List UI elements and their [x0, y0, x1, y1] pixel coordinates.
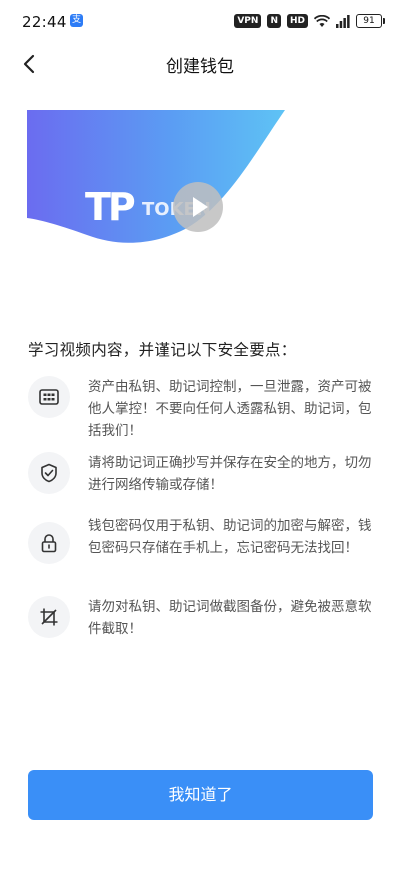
- signal-icon: [336, 14, 350, 28]
- tip-text: 请勿对私钥、助记词做截图备份，避免被恶意软件截取！: [88, 599, 372, 637]
- tutorial-video[interactable]: TP TOKEN POCKET: [27, 110, 317, 245]
- nav-bar: 创建钱包: [0, 44, 400, 84]
- vpn-indicator: VPN: [234, 14, 262, 28]
- tip-text: 钱包密码仅用于私钥、助记词的加密与解密，钱包密码只存储在手机上，忘记密码无法找回…: [88, 518, 372, 556]
- hd-indicator: HD: [286, 14, 308, 28]
- wifi-icon: [314, 14, 330, 27]
- keypad-icon: [28, 376, 70, 418]
- tip-text: 请将助记词正确抄写并保存在安全的地方，切勿进行网络传输或存储！: [88, 455, 372, 493]
- section-intro: 学习视频内容，并谨记以下安全要点：: [28, 341, 297, 359]
- page-title: 创建钱包: [166, 57, 234, 77]
- shield-check-icon: [28, 452, 70, 494]
- alipay-icon: 支: [70, 14, 83, 27]
- status-time: 22:44: [22, 13, 67, 31]
- video-thumbnail: TP TOKEN POCKET: [27, 110, 298, 243]
- battery-indicator: 91: [356, 14, 385, 28]
- confirm-button[interactable]: 我知道了: [28, 770, 373, 820]
- status-indicators: VPN N HD 91: [234, 12, 385, 30]
- status-bar: 22:44 支 VPN N HD 91: [0, 0, 400, 44]
- logo-mark: TP: [85, 185, 135, 229]
- crop-icon: [28, 596, 70, 638]
- nfc-indicator: N: [267, 14, 281, 28]
- tip-text: 资产由私钥、助记词控制，一旦泄露，资产可被他人掌控！不要向任何人透露私钥、助记词…: [88, 379, 372, 439]
- play-icon[interactable]: [173, 182, 223, 232]
- lock-icon: [28, 522, 70, 564]
